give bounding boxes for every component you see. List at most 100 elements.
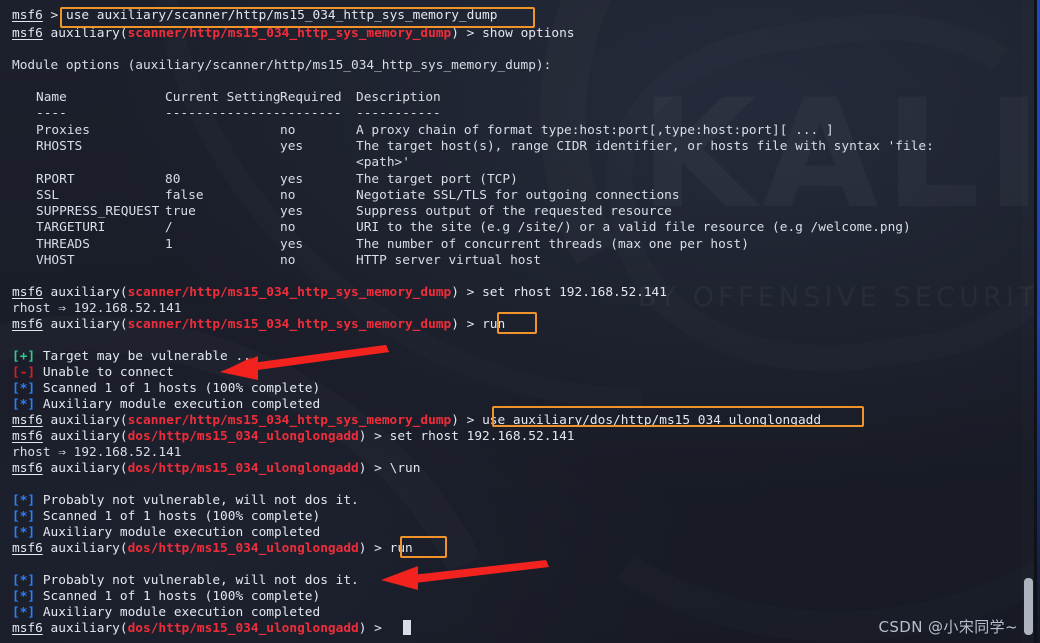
module-path-scanner: scanner/http/ms15_034_http_sys_memory_du…: [127, 317, 452, 332]
command-set-rhost[interactable]: set rhost 192.168.52.141: [482, 285, 667, 300]
table-row: Proxies no A proxy chain of format type:ho…: [12, 123, 834, 139]
col-header-name: Name: [36, 90, 67, 105]
prompt-msf6: msf6: [12, 461, 43, 476]
rhost-echo: rhost ⇒ 192.168.52.141: [12, 301, 182, 316]
option-name: TARGETURI: [36, 220, 106, 235]
option-setting: true: [165, 204, 196, 219]
col-header-description: Description: [356, 90, 441, 105]
option-description: <path>': [356, 155, 410, 170]
output-target-vulnerable: [+] Target may be vulnerable ...: [12, 349, 259, 364]
module-options-header: Module options (auxiliary/scanner/http/m…: [12, 58, 552, 73]
table-row: SUPPRESS_REQUEST true yes Suppress output o…: [12, 204, 672, 220]
output-scanned: [*] Scanned 1 of 1 hosts (100% complete): [12, 381, 321, 396]
rule-name: ----: [36, 106, 67, 121]
terminal-line-show-options: msf6 auxiliary(scanner/http/ms15_034_htt…: [12, 26, 575, 42]
command-use-scanner[interactable]: use auxiliary/scanner/http/ms15_034_http…: [66, 8, 497, 23]
option-required: no: [280, 123, 296, 138]
option-required: yes: [280, 237, 304, 252]
status-tag-star: [*]: [12, 397, 36, 412]
option-name: SSL: [36, 188, 60, 203]
prompt-msf6: msf6: [12, 621, 43, 636]
option-required: no: [280, 188, 296, 203]
scrollbar-track[interactable]: [1022, 0, 1034, 643]
csdn-watermark: CSDN @小宋同学~: [878, 618, 1018, 636]
command-run[interactable]: run: [390, 541, 413, 556]
options-table-rules: ---- ----------------------- -----------: [12, 106, 441, 122]
terminal-line-use-scanner: msf6 > use auxiliary/scanner/http/ms15_0…: [12, 8, 497, 24]
option-required: yes: [280, 172, 304, 187]
option-name: RHOSTS: [36, 139, 83, 154]
option-description: The target host(s), range CIDR identifie…: [356, 139, 934, 154]
output-aux-completed: [*] Auxiliary module execution completed: [12, 397, 321, 412]
rhost-echo: rhost ⇒ 192.168.52.141: [12, 445, 182, 460]
col-header-required: Required: [280, 90, 342, 105]
output-scanned: [*] Scanned 1 of 1 hosts (100% complete): [12, 509, 321, 524]
module-path-dos: dos/http/ms15_034_ulonglongadd: [127, 621, 359, 636]
options-table-header: Name Current SettingRequired Description: [12, 90, 441, 106]
command-run-escaped[interactable]: \run: [390, 461, 421, 476]
command-use-dos[interactable]: use auxiliary/dos/http/ms15_034_ulonglon…: [482, 413, 821, 428]
command-show-options[interactable]: show options: [482, 26, 574, 41]
module-path-dos: dos/http/ms15_034_ulonglongadd: [127, 429, 359, 444]
terminal-line-run-scanner: msf6 auxiliary(scanner/http/ms15_034_htt…: [12, 317, 506, 332]
terminal-output: msf6 > use auxiliary/scanner/http/ms15_0…: [0, 0, 1040, 643]
terminal-window[interactable]: KALI BY OFFENSIVE SECURITY msf6 > use au…: [0, 0, 1040, 643]
status-tag-plus: [+]: [12, 349, 36, 364]
option-description: The number of concurrent threads (max on…: [356, 237, 749, 252]
prompt-msf6: msf6: [12, 317, 43, 332]
status-tag-star: [*]: [12, 509, 36, 524]
output-aux-completed: [*] Auxiliary module execution completed: [12, 605, 321, 620]
table-row: RHOSTS yes The target host(s), range CIDR …: [12, 139, 934, 155]
command-set-rhost[interactable]: set rhost 192.168.52.141: [390, 429, 575, 444]
prompt-msf6: msf6: [12, 26, 43, 41]
status-tag-star: [*]: [12, 589, 36, 604]
aux-prefix: auxiliary(: [50, 26, 128, 41]
terminal-line-set-rhost-scanner: msf6 auxiliary(scanner/http/ms15_034_htt…: [12, 285, 667, 300]
option-name: VHOST: [36, 253, 75, 268]
option-required: no: [280, 220, 296, 235]
option-required: no: [280, 253, 296, 268]
prompt-msf6: msf6: [12, 429, 43, 444]
rule-description: -----------: [356, 106, 441, 121]
module-path-dos: dos/http/ms15_034_ulonglongadd: [127, 461, 359, 476]
status-tag-star: [*]: [12, 525, 36, 540]
table-row: SSL false no Negotiate SSL/TLS for outgoing…: [12, 188, 680, 204]
option-description: The target port (TCP): [356, 172, 518, 187]
rule-current-setting: ---------------: [165, 106, 281, 121]
prompt-msf6: msf6: [12, 8, 43, 23]
output-aux-completed: [*] Auxiliary module execution completed: [12, 525, 321, 540]
prompt-msf6: msf6: [12, 285, 43, 300]
table-row: TARGETURI / no URI to the site (e.g /site/)…: [12, 220, 911, 236]
option-description: Negotiate SSL/TLS for outgoing connectio…: [356, 188, 680, 203]
terminal-line-use-dos: msf6 auxiliary(scanner/http/ms15_034_htt…: [12, 413, 822, 428]
option-name: SUPPRESS_REQUEST: [36, 204, 160, 219]
module-path-scanner: scanner/http/ms15_034_http_sys_memory_du…: [127, 285, 452, 300]
option-setting: 80: [165, 172, 181, 187]
option-setting: 1: [165, 237, 173, 252]
output-not-vulnerable: [*] Probably not vulnerable, will not do…: [12, 493, 359, 508]
prompt-msf6: msf6: [12, 413, 43, 428]
terminal-line-set-rhost-dos: msf6 auxiliary(dos/http/ms15_034_ulonglo…: [12, 429, 575, 444]
option-name: Proxies: [36, 123, 90, 138]
option-description: A proxy chain of format type:host:port[,…: [356, 123, 834, 138]
status-tag-star: [*]: [12, 493, 36, 508]
aux-suffix: ): [451, 26, 459, 41]
terminal-line-run-dos: msf6 auxiliary(dos/http/ms15_034_ulonglo…: [12, 541, 413, 556]
option-name: THREADS: [36, 237, 90, 252]
module-path-scanner: scanner/http/ms15_034_http_sys_memory_du…: [127, 26, 452, 41]
output-scanned: [*] Scanned 1 of 1 hosts (100% complete): [12, 589, 321, 604]
module-path-scanner: scanner/http/ms15_034_http_sys_memory_du…: [127, 413, 452, 428]
option-description: Suppress output of the requested resourc…: [356, 204, 672, 219]
status-tag-star: [*]: [12, 605, 36, 620]
option-setting: /: [165, 220, 173, 235]
module-path-dos: dos/http/ms15_034_ulonglongadd: [127, 541, 359, 556]
status-tag-minus: [-]: [12, 365, 36, 380]
scrollbar-thumb[interactable]: [1024, 578, 1033, 635]
terminal-line-active-prompt: msf6 auxiliary(dos/http/ms15_034_ulonglo…: [12, 621, 382, 636]
command-run[interactable]: run: [482, 317, 505, 332]
output-unable-connect: [-] Unable to connect: [12, 365, 174, 380]
terminal-line-run-escaped-dos: msf6 auxiliary(dos/http/ms15_034_ulonglo…: [12, 461, 421, 476]
table-row: VHOST no HTTP server virtual host: [12, 253, 541, 269]
status-tag-star: [*]: [12, 381, 36, 396]
text-cursor: [403, 620, 411, 635]
